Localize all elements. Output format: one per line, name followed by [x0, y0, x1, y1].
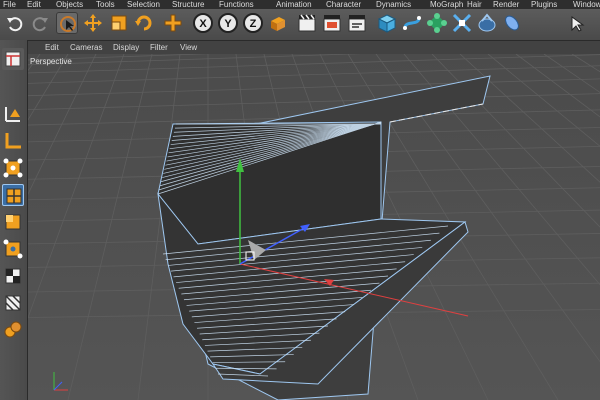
light-button[interactable] — [566, 12, 588, 34]
use-axis-icon — [3, 239, 23, 259]
menu-bar: File Edit Objects Tools Selection Structure Fu… — [0, 0, 600, 9]
scale-icon — [111, 15, 127, 31]
object-axis-button[interactable] — [2, 130, 24, 152]
live-selection-icon — [60, 16, 76, 32]
menu-file[interactable]: File — [3, 0, 16, 9]
main-toolbar: X Y Z — [0, 9, 600, 41]
menu-mograph[interactable]: MoGraph — [430, 0, 463, 9]
polygons-mode-button[interactable] — [2, 211, 24, 233]
undo-button[interactable] — [4, 12, 26, 34]
edges-mode-button[interactable] — [2, 184, 24, 206]
y-axis-letter: Y — [224, 18, 232, 30]
viewport-menu-edit[interactable]: Edit — [45, 41, 59, 54]
camera-icon — [505, 15, 519, 31]
rotate-icon — [135, 15, 152, 31]
make-editable-icon — [5, 51, 21, 67]
deformer-icon — [452, 13, 472, 33]
redo-button[interactable] — [29, 12, 51, 34]
move-button[interactable] — [82, 12, 104, 34]
texture-mode-button[interactable] — [2, 265, 24, 287]
z-axis-letter: Z — [250, 18, 257, 30]
make-editable-button[interactable] — [2, 48, 24, 70]
menu-render[interactable]: Render — [493, 0, 519, 9]
coordinate-system-icon — [271, 17, 285, 31]
viewport-menu-display[interactable]: Display — [113, 41, 139, 54]
viewport-label: Perspective — [30, 57, 72, 66]
menu-tools[interactable]: Tools — [96, 0, 115, 9]
model-mode-button[interactable] — [2, 103, 24, 125]
render-view-button[interactable] — [296, 12, 318, 34]
undo-icon — [7, 17, 23, 32]
object-axis-icon — [5, 133, 21, 149]
use-axis-button[interactable] — [2, 238, 24, 260]
menu-selection[interactable]: Selection — [127, 0, 160, 9]
render-picture-viewer-icon — [323, 15, 341, 32]
add-object-button[interactable] — [162, 12, 184, 34]
nurbs-button[interactable] — [401, 12, 423, 34]
viewport-perspective[interactable]: Perspective — [28, 54, 600, 400]
left-toolbar — [0, 40, 28, 400]
points-mode-icon — [3, 158, 23, 178]
menu-plugins[interactable]: Plugins — [531, 0, 557, 9]
scene-icon — [478, 13, 496, 32]
cube-button[interactable] — [376, 12, 398, 34]
render-view-icon — [298, 14, 316, 32]
add-object-icon — [164, 14, 182, 32]
z-axis-icon: Z — [243, 13, 263, 33]
menu-structure[interactable]: Structure — [172, 0, 204, 9]
uvw-mode-button[interactable] — [2, 292, 24, 314]
y-axis-icon: Y — [218, 13, 238, 33]
texture-mode-icon — [5, 268, 21, 284]
y-axis-button[interactable]: Y — [217, 12, 239, 34]
edges-mode-icon — [6, 188, 22, 204]
x-axis-letter: X — [199, 18, 207, 30]
light-icon — [571, 16, 585, 32]
viewport-scene — [28, 54, 600, 400]
rotate-button[interactable] — [133, 12, 155, 34]
render-settings-button[interactable] — [346, 12, 368, 34]
menu-edit[interactable]: Edit — [27, 0, 41, 9]
render-settings-icon — [348, 15, 366, 32]
viewport-menu-bar: Edit Cameras Display Filter View — [28, 41, 600, 54]
viewport-menu-view[interactable]: View — [180, 41, 197, 54]
scale-button[interactable] — [108, 12, 130, 34]
x-axis-icon: X — [193, 13, 213, 33]
uvw-mode-icon — [5, 295, 21, 311]
viewport-menu-filter[interactable]: Filter — [150, 41, 168, 54]
menu-character[interactable]: Character — [326, 0, 361, 9]
cube-icon — [377, 14, 397, 33]
menu-animation[interactable]: Animation — [276, 0, 312, 9]
x-axis-button[interactable]: X — [192, 12, 214, 34]
coordinate-system-button[interactable] — [267, 12, 289, 34]
scene-button[interactable] — [476, 12, 498, 34]
render-picture-viewer-button[interactable] — [321, 12, 343, 34]
paint-icon — [4, 321, 22, 338]
redo-icon — [32, 17, 48, 32]
nurbs-icon — [403, 16, 421, 30]
polygons-mode-icon — [5, 214, 21, 230]
camera-button[interactable] — [501, 12, 523, 34]
model-mode-icon — [5, 107, 20, 122]
menu-hair[interactable]: Hair — [467, 0, 482, 9]
move-icon — [84, 14, 102, 32]
array-button[interactable] — [426, 12, 448, 34]
paint-button[interactable] — [2, 318, 24, 340]
viewport-menu-cameras[interactable]: Cameras — [70, 41, 102, 54]
menu-dynamics[interactable]: Dynamics — [376, 0, 411, 9]
menu-objects[interactable]: Objects — [56, 0, 83, 9]
array-icon — [427, 13, 447, 33]
points-mode-button[interactable] — [2, 157, 24, 179]
z-axis-button[interactable]: Z — [242, 12, 264, 34]
live-selection-button[interactable] — [56, 12, 78, 34]
menu-functions[interactable]: Functions — [219, 0, 254, 9]
deformer-button[interactable] — [451, 12, 473, 34]
menu-window[interactable]: Window — [573, 0, 600, 9]
